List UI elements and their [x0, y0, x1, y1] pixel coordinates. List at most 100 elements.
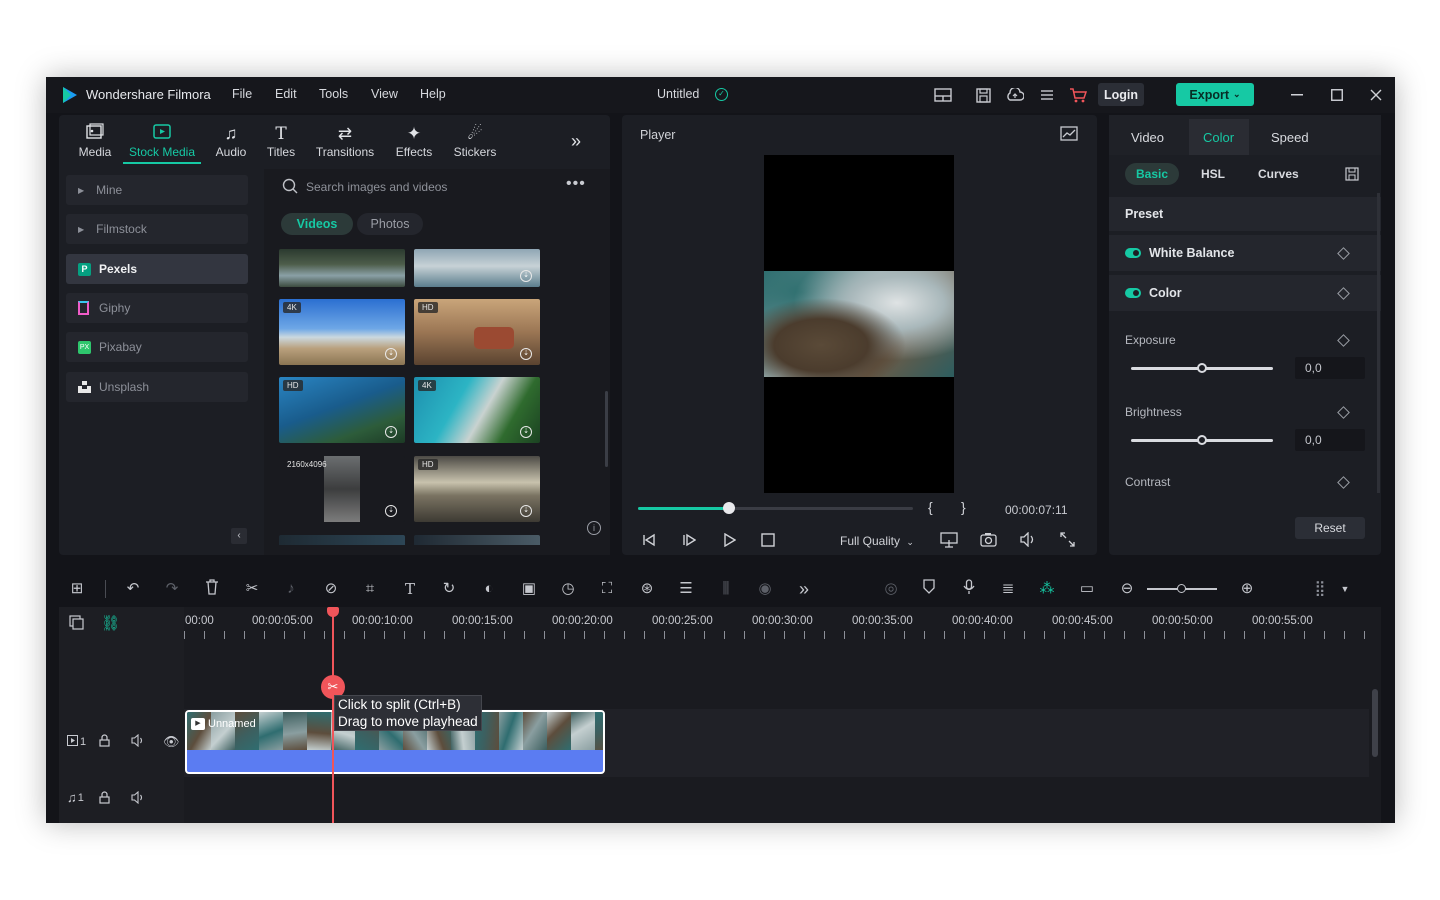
more-tabs-icon[interactable]: »	[571, 131, 581, 152]
download-icon[interactable]: ⇣	[385, 505, 397, 517]
export-button[interactable]: Export ⌄	[1176, 83, 1254, 106]
minimize-icon[interactable]	[1286, 84, 1308, 106]
screen-record-icon[interactable]: ▣	[519, 579, 539, 599]
render-preview-icon[interactable]: ◎	[881, 579, 901, 599]
filter-tab-videos[interactable]: Videos	[281, 213, 353, 235]
add-track-icon[interactable]	[69, 615, 84, 635]
thumbnail-partial[interactable]	[414, 535, 540, 545]
white-balance-toggle[interactable]	[1125, 248, 1141, 258]
search-bar[interactable]: •••	[264, 173, 604, 201]
brightness-value[interactable]: 0,0	[1295, 429, 1365, 451]
fullscreen-icon[interactable]	[1060, 532, 1075, 552]
thumbnail-waves[interactable]: ⇣	[414, 249, 540, 287]
more-options-icon[interactable]: •••	[566, 175, 586, 193]
color-palette-icon[interactable]: ◐	[479, 579, 499, 599]
drag-grid-icon[interactable]: ⣿	[1310, 579, 1330, 599]
collapse-sidebar-icon[interactable]: ‹	[231, 528, 247, 544]
link-icon[interactable]: ⛓	[101, 614, 120, 632]
exposure-slider-knob[interactable]	[1197, 363, 1207, 373]
zoom-slider-knob[interactable]	[1177, 584, 1186, 593]
browser-scrollbar[interactable]	[605, 391, 608, 467]
layout-icon[interactable]	[932, 84, 954, 106]
track-volume-icon[interactable]	[131, 790, 145, 809]
thumbnail-grass[interactable]: HD ⇣	[414, 456, 540, 522]
more-tools-icon[interactable]: »	[794, 579, 814, 599]
tab-titles[interactable]: T Titles	[262, 123, 300, 159]
snap-icon[interactable]: ⁂	[1037, 579, 1057, 599]
tab-media[interactable]: Media	[73, 123, 117, 159]
brightness-slider-knob[interactable]	[1197, 435, 1207, 445]
previous-frame-icon[interactable]	[642, 533, 656, 552]
tab-stock-media[interactable]: Stock Media	[123, 123, 201, 164]
layout-grid-icon[interactable]: ⊞	[67, 579, 87, 599]
keyframe-diamond-icon[interactable]	[1337, 476, 1350, 489]
save-icon[interactable]	[972, 84, 994, 106]
download-icon[interactable]: ⇣	[520, 505, 532, 517]
crop-icon[interactable]: ⌗	[360, 579, 380, 599]
download-icon[interactable]: ⇣	[385, 426, 397, 438]
thumbnail-van[interactable]: HD ⇣	[414, 299, 540, 365]
auto-reframe-icon[interactable]: ⊛	[637, 579, 657, 599]
keyframe-diamond-icon[interactable]	[1337, 334, 1350, 347]
keyframe-diamond-icon[interactable]	[1337, 406, 1350, 419]
thumbnail-waterfall[interactable]	[279, 249, 405, 287]
video-canvas[interactable]	[764, 155, 954, 493]
tab-video[interactable]: Video	[1131, 130, 1164, 145]
zoom-in-icon[interactable]: ⊕	[1237, 579, 1257, 599]
white-balance-row[interactable]: White Balance	[1109, 235, 1381, 271]
thumbnail-vertical[interactable]: 2160x4096 ⇣	[279, 456, 405, 522]
lock-icon[interactable]	[99, 734, 110, 752]
sidebar-item-pixabay[interactable]: PX Pixabay	[66, 332, 248, 362]
timer-icon[interactable]: ◷	[558, 579, 578, 599]
tab-color[interactable]: Color	[1203, 130, 1234, 145]
zoom-out-icon[interactable]: ⊖	[1117, 579, 1137, 599]
info-icon[interactable]: i	[587, 521, 601, 535]
cart-icon[interactable]	[1067, 84, 1089, 106]
speech-icon[interactable]: ◉	[755, 579, 775, 599]
cut-icon[interactable]: ✂	[242, 579, 262, 599]
save-preset-icon[interactable]	[1345, 167, 1359, 186]
text-icon[interactable]: T	[400, 579, 420, 599]
pip-icon[interactable]: ▭	[1077, 579, 1097, 599]
color-row[interactable]: Color	[1109, 275, 1381, 311]
track-volume-icon[interactable]	[131, 733, 145, 752]
audio-mixer-icon[interactable]: ⫼	[716, 579, 736, 599]
voiceover-icon[interactable]: ≣	[998, 579, 1018, 599]
sidebar-item-unsplash[interactable]: Unsplash	[66, 372, 248, 402]
subtab-basic[interactable]: Basic	[1125, 163, 1179, 185]
keyframe-diamond-icon[interactable]	[1337, 287, 1350, 300]
undo-icon[interactable]: ↶	[123, 579, 143, 599]
menu-file[interactable]: File	[232, 87, 252, 101]
chevron-down-icon[interactable]: ▼	[1335, 579, 1355, 599]
color-toggle[interactable]	[1125, 288, 1141, 298]
tab-stickers[interactable]: ☄ Stickers	[447, 123, 503, 159]
filter-tab-photos[interactable]: Photos	[357, 213, 423, 235]
cloud-upload-icon[interactable]	[1004, 84, 1026, 106]
close-icon[interactable]	[1365, 84, 1387, 106]
download-icon[interactable]: ⇣	[385, 348, 397, 360]
adjust-sliders-icon[interactable]: ☰	[676, 579, 696, 599]
thumbnail-beach[interactable]: 4K ⇣	[279, 299, 405, 365]
stop-icon[interactable]	[761, 533, 775, 552]
menu-help[interactable]: Help	[420, 87, 446, 101]
delete-icon[interactable]	[202, 579, 222, 599]
download-icon[interactable]: ⇣	[520, 426, 532, 438]
eye-icon[interactable]: 👁︎	[163, 734, 180, 750]
quality-dropdown[interactable]: Full Quality ⌄	[840, 531, 922, 551]
tab-transitions[interactable]: ⇄ Transitions	[311, 123, 379, 159]
rotate-icon[interactable]: ↻	[439, 579, 459, 599]
tab-speed[interactable]: Speed	[1271, 130, 1309, 145]
player-progress-track[interactable]	[638, 507, 913, 510]
shield-icon[interactable]	[919, 579, 939, 599]
redo-icon[interactable]: ↷	[162, 579, 182, 599]
sidebar-item-pexels[interactable]: P Pexels	[66, 254, 248, 284]
time-ruler[interactable]: 00:00 00:00:05:00 00:00:10:00 00:00:15:0…	[184, 607, 1381, 639]
maximize-icon[interactable]	[1326, 84, 1348, 106]
tag-icon[interactable]: ⊘	[321, 579, 341, 599]
download-icon[interactable]: ⇣	[520, 270, 532, 282]
sidebar-item-mine[interactable]: ▶ Mine	[66, 175, 248, 205]
reset-button[interactable]: Reset	[1295, 517, 1365, 539]
zoom-slider-track[interactable]	[1147, 584, 1217, 593]
player-scrub-handle[interactable]	[722, 502, 735, 514]
thumbnail-partial[interactable]	[279, 535, 405, 545]
